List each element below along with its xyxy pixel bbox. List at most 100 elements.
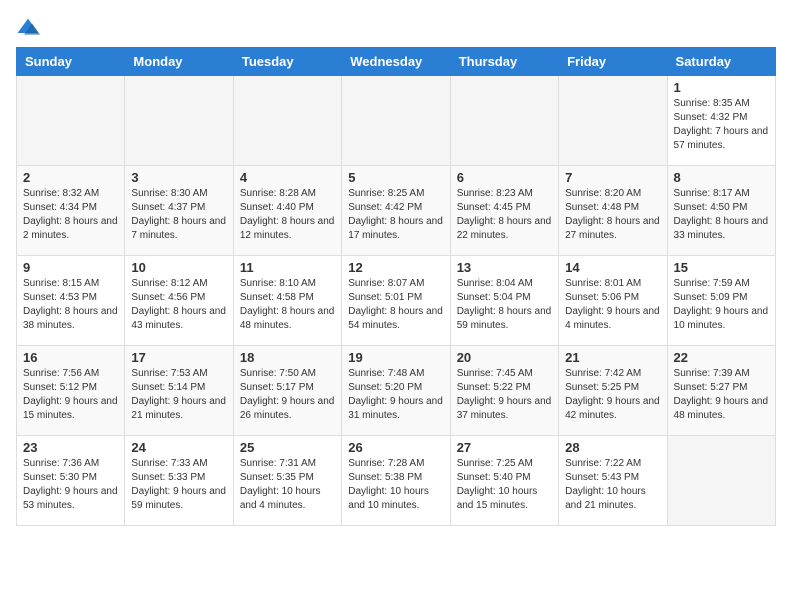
calendar-cell bbox=[667, 436, 775, 526]
calendar-cell: 7 Sunrise: 8:20 AM Sunset: 4:48 PM Daylig… bbox=[559, 166, 667, 256]
calendar-cell: 12 Sunrise: 8:07 AM Sunset: 5:01 PM Dayli… bbox=[342, 256, 450, 346]
day-number: 25 bbox=[240, 440, 335, 455]
day-info: Sunrise: 8:28 AM Sunset: 4:40 PM Dayligh… bbox=[240, 187, 335, 243]
day-number: 12 bbox=[348, 260, 443, 275]
calendar-cell: 22 Sunrise: 7:39 AM Sunset: 5:27 PM Dayli… bbox=[667, 346, 775, 436]
day-info: Sunrise: 7:45 AM Sunset: 5:22 PM Dayligh… bbox=[457, 367, 552, 423]
calendar-cell: 21 Sunrise: 7:42 AM Sunset: 5:25 PM Dayli… bbox=[559, 346, 667, 436]
calendar-cell: 25 Sunrise: 7:31 AM Sunset: 5:35 PM Dayli… bbox=[233, 436, 341, 526]
day-number: 24 bbox=[131, 440, 226, 455]
day-number: 13 bbox=[457, 260, 552, 275]
day-number: 15 bbox=[674, 260, 769, 275]
weekday-header-friday: Friday bbox=[559, 48, 667, 76]
day-info: Sunrise: 8:23 AM Sunset: 4:45 PM Dayligh… bbox=[457, 187, 552, 243]
day-number: 6 bbox=[457, 170, 552, 185]
day-info: Sunrise: 8:32 AM Sunset: 4:34 PM Dayligh… bbox=[23, 187, 118, 243]
calendar-cell: 5 Sunrise: 8:25 AM Sunset: 4:42 PM Daylig… bbox=[342, 166, 450, 256]
day-number: 23 bbox=[23, 440, 118, 455]
day-number: 22 bbox=[674, 350, 769, 365]
day-info: Sunrise: 8:35 AM Sunset: 4:32 PM Dayligh… bbox=[674, 97, 769, 153]
calendar-week-0: 1 Sunrise: 8:35 AM Sunset: 4:32 PM Daylig… bbox=[17, 76, 776, 166]
weekday-header-monday: Monday bbox=[125, 48, 233, 76]
calendar-cell: 3Sunrise: 8:30 AM Sunset: 4:37 PM Daylig… bbox=[125, 166, 233, 256]
day-info: Sunrise: 8:15 AM Sunset: 4:53 PM Dayligh… bbox=[23, 277, 118, 333]
weekday-header-wednesday: Wednesday bbox=[342, 48, 450, 76]
day-number: 5 bbox=[348, 170, 443, 185]
day-info: Sunrise: 7:53 AM Sunset: 5:14 PM Dayligh… bbox=[131, 367, 226, 423]
day-number: 21 bbox=[565, 350, 660, 365]
day-number: 1 bbox=[674, 80, 769, 95]
calendar-week-4: 23 Sunrise: 7:36 AM Sunset: 5:30 PM Dayli… bbox=[17, 436, 776, 526]
calendar-cell bbox=[450, 76, 558, 166]
day-info: Sunrise: 7:36 AM Sunset: 5:30 PM Dayligh… bbox=[23, 457, 118, 513]
day-info: Sunrise: 7:42 AM Sunset: 5:25 PM Dayligh… bbox=[565, 367, 660, 423]
calendar: SundayMondayTuesdayWednesdayThursdayFrid… bbox=[16, 47, 776, 526]
calendar-cell: 27 Sunrise: 7:25 AM Sunset: 5:40 PM Dayli… bbox=[450, 436, 558, 526]
calendar-cell: 16 Sunrise: 7:56 AM Sunset: 5:12 PM Dayli… bbox=[17, 346, 125, 436]
calendar-cell: 15Sunrise: 7:59 AM Sunset: 5:09 PM Dayli… bbox=[667, 256, 775, 346]
day-number: 16 bbox=[23, 350, 118, 365]
calendar-week-1: 2Sunrise: 8:32 AM Sunset: 4:34 PM Daylig… bbox=[17, 166, 776, 256]
calendar-cell: 13 Sunrise: 8:04 AM Sunset: 5:04 PM Dayli… bbox=[450, 256, 558, 346]
calendar-cell bbox=[342, 76, 450, 166]
day-number: 4 bbox=[240, 170, 335, 185]
calendar-cell: 19 Sunrise: 7:48 AM Sunset: 5:20 PM Dayli… bbox=[342, 346, 450, 436]
weekday-header-sunday: Sunday bbox=[17, 48, 125, 76]
weekday-header-thursday: Thursday bbox=[450, 48, 558, 76]
day-info: Sunrise: 7:48 AM Sunset: 5:20 PM Dayligh… bbox=[348, 367, 443, 423]
day-info: Sunrise: 7:39 AM Sunset: 5:27 PM Dayligh… bbox=[674, 367, 769, 423]
calendar-cell: 20 Sunrise: 7:45 AM Sunset: 5:22 PM Dayli… bbox=[450, 346, 558, 436]
calendar-cell bbox=[125, 76, 233, 166]
day-number: 14 bbox=[565, 260, 660, 275]
logo bbox=[16, 16, 44, 37]
day-info: Sunrise: 7:25 AM Sunset: 5:40 PM Dayligh… bbox=[457, 457, 552, 513]
calendar-cell: 6 Sunrise: 8:23 AM Sunset: 4:45 PM Daylig… bbox=[450, 166, 558, 256]
weekday-header-saturday: Saturday bbox=[667, 48, 775, 76]
day-info: Sunrise: 7:31 AM Sunset: 5:35 PM Dayligh… bbox=[240, 457, 335, 513]
calendar-cell: 14 Sunrise: 8:01 AM Sunset: 5:06 PM Dayli… bbox=[559, 256, 667, 346]
calendar-cell: 26 Sunrise: 7:28 AM Sunset: 5:38 PM Dayli… bbox=[342, 436, 450, 526]
day-number: 8 bbox=[674, 170, 769, 185]
calendar-cell: 1 Sunrise: 8:35 AM Sunset: 4:32 PM Daylig… bbox=[667, 76, 775, 166]
day-info: Sunrise: 8:04 AM Sunset: 5:04 PM Dayligh… bbox=[457, 277, 552, 333]
day-info: Sunrise: 8:20 AM Sunset: 4:48 PM Dayligh… bbox=[565, 187, 660, 243]
weekday-header-tuesday: Tuesday bbox=[233, 48, 341, 76]
calendar-cell: 28Sunrise: 7:22 AM Sunset: 5:43 PM Dayli… bbox=[559, 436, 667, 526]
calendar-week-3: 16 Sunrise: 7:56 AM Sunset: 5:12 PM Dayli… bbox=[17, 346, 776, 436]
calendar-cell: 23 Sunrise: 7:36 AM Sunset: 5:30 PM Dayli… bbox=[17, 436, 125, 526]
day-info: Sunrise: 8:01 AM Sunset: 5:06 PM Dayligh… bbox=[565, 277, 660, 333]
calendar-cell bbox=[559, 76, 667, 166]
day-number: 7 bbox=[565, 170, 660, 185]
day-number: 10 bbox=[131, 260, 226, 275]
calendar-cell: 17 Sunrise: 7:53 AM Sunset: 5:14 PM Dayli… bbox=[125, 346, 233, 436]
calendar-cell: 8 Sunrise: 8:17 AM Sunset: 4:50 PM Daylig… bbox=[667, 166, 775, 256]
day-info: Sunrise: 7:28 AM Sunset: 5:38 PM Dayligh… bbox=[348, 457, 443, 513]
day-info: Sunrise: 8:17 AM Sunset: 4:50 PM Dayligh… bbox=[674, 187, 769, 243]
day-info: Sunrise: 8:10 AM Sunset: 4:58 PM Dayligh… bbox=[240, 277, 335, 333]
day-number: 19 bbox=[348, 350, 443, 365]
day-number: 11 bbox=[240, 260, 335, 275]
calendar-cell bbox=[17, 76, 125, 166]
day-info: Sunrise: 8:12 AM Sunset: 4:56 PM Dayligh… bbox=[131, 277, 226, 333]
calendar-cell: 11 Sunrise: 8:10 AM Sunset: 4:58 PM Dayli… bbox=[233, 256, 341, 346]
calendar-cell: 4 Sunrise: 8:28 AM Sunset: 4:40 PM Daylig… bbox=[233, 166, 341, 256]
calendar-week-2: 9 Sunrise: 8:15 AM Sunset: 4:53 PM Daylig… bbox=[17, 256, 776, 346]
day-number: 17 bbox=[131, 350, 226, 365]
calendar-cell: 18 Sunrise: 7:50 AM Sunset: 5:17 PM Dayli… bbox=[233, 346, 341, 436]
calendar-cell: 9 Sunrise: 8:15 AM Sunset: 4:53 PM Daylig… bbox=[17, 256, 125, 346]
calendar-cell: 2Sunrise: 8:32 AM Sunset: 4:34 PM Daylig… bbox=[17, 166, 125, 256]
day-info: Sunrise: 7:22 AM Sunset: 5:43 PM Dayligh… bbox=[565, 457, 660, 513]
calendar-cell: 10 Sunrise: 8:12 AM Sunset: 4:56 PM Dayli… bbox=[125, 256, 233, 346]
day-number: 26 bbox=[348, 440, 443, 455]
day-number: 27 bbox=[457, 440, 552, 455]
calendar-cell: 24Sunrise: 7:33 AM Sunset: 5:33 PM Dayli… bbox=[125, 436, 233, 526]
day-number: 20 bbox=[457, 350, 552, 365]
weekday-header-row: SundayMondayTuesdayWednesdayThursdayFrid… bbox=[17, 48, 776, 76]
header bbox=[16, 16, 776, 37]
day-info: Sunrise: 7:50 AM Sunset: 5:17 PM Dayligh… bbox=[240, 367, 335, 423]
day-info: Sunrise: 7:56 AM Sunset: 5:12 PM Dayligh… bbox=[23, 367, 118, 423]
day-info: Sunrise: 8:07 AM Sunset: 5:01 PM Dayligh… bbox=[348, 277, 443, 333]
day-info: Sunrise: 8:25 AM Sunset: 4:42 PM Dayligh… bbox=[348, 187, 443, 243]
day-number: 9 bbox=[23, 260, 118, 275]
day-number: 18 bbox=[240, 350, 335, 365]
